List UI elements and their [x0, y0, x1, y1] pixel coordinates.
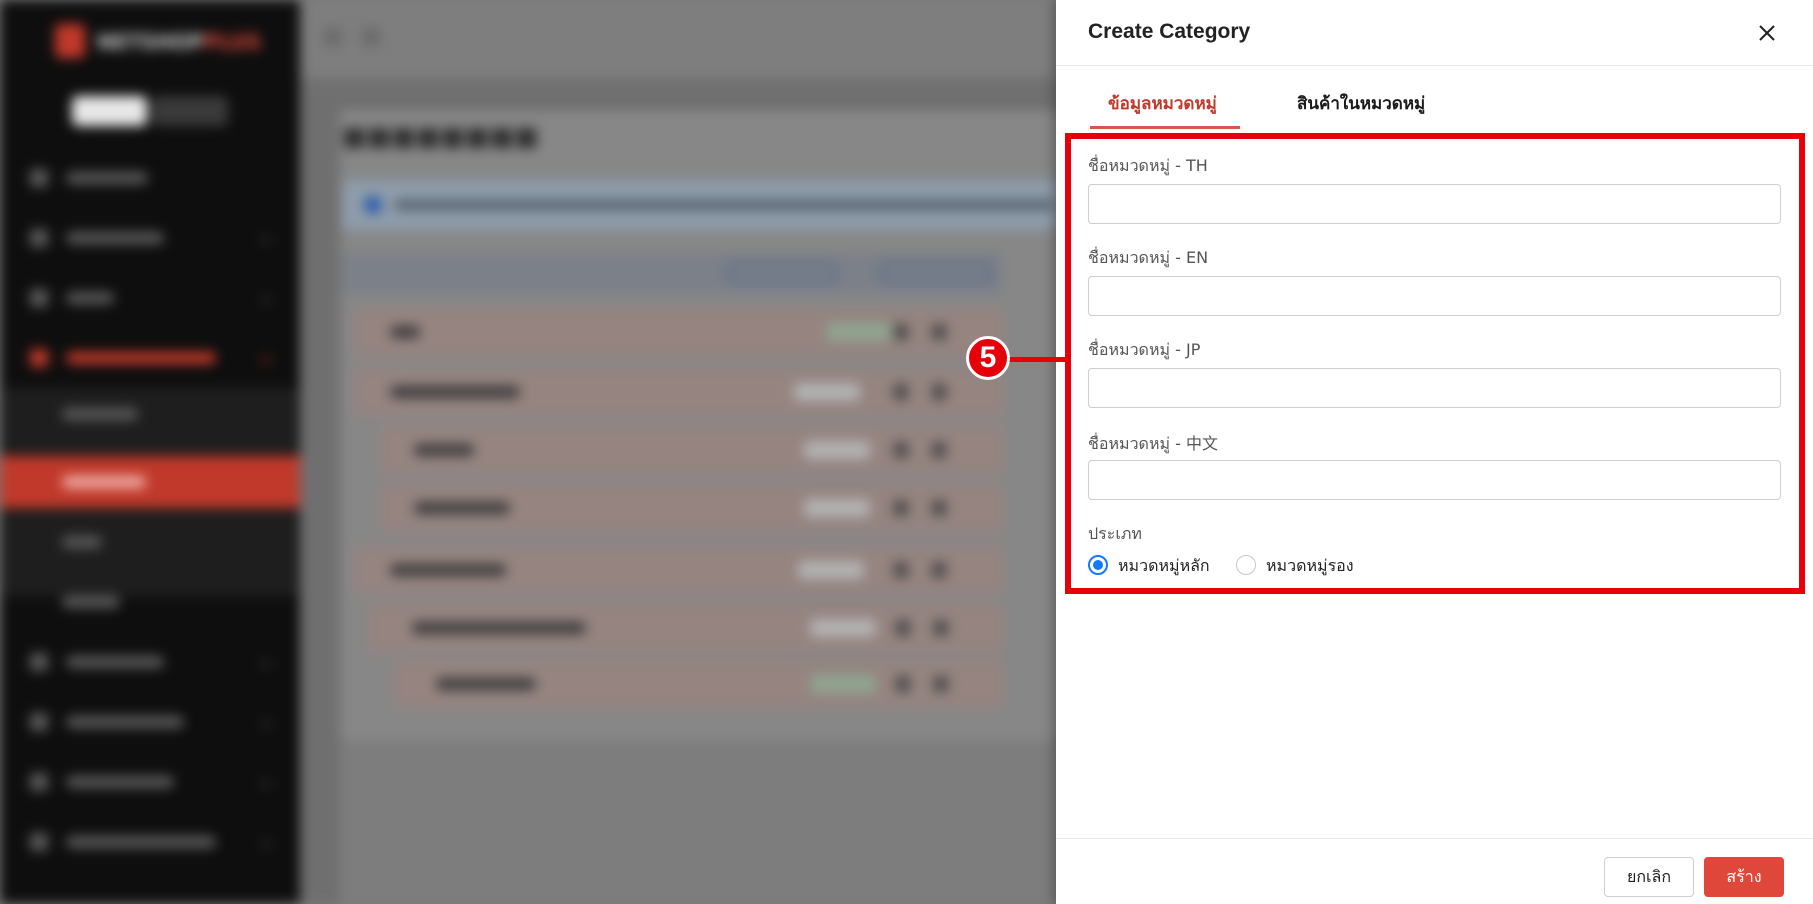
dashboard-icon [30, 229, 48, 247]
product-icon [30, 349, 48, 367]
delete-icon[interactable] [932, 442, 946, 458]
tree-row[interactable] [354, 546, 1004, 594]
ecommerce-icon [30, 713, 48, 731]
tree-row[interactable] [354, 308, 1004, 356]
refresh-icon[interactable] [362, 28, 380, 46]
delete-icon[interactable] [932, 324, 946, 340]
delivery-icon [30, 833, 48, 851]
chevron-down-icon [260, 836, 272, 848]
logo: NETSHOPPLUS [55, 22, 261, 60]
cancel-button[interactable]: ยกเลิก [1604, 857, 1694, 897]
sidebar-item-warehouse[interactable] [0, 636, 300, 688]
expand-all-button[interactable] [728, 264, 836, 282]
collapse-all-button[interactable] [880, 264, 992, 282]
sidebar-subitem-category[interactable] [0, 456, 300, 508]
background-app: NETSHOPPLUS ■■■■■■■■ [0, 0, 1060, 904]
menu-toggle-icon[interactable] [324, 28, 342, 46]
sidebar-item-delivery[interactable] [0, 816, 300, 868]
drawer-header: Create Category [1056, 0, 1813, 66]
page-title: ■■■■■■■■ [342, 122, 539, 152]
chevron-down-icon [260, 232, 272, 244]
sidebar-subitem-products[interactable] [0, 388, 300, 440]
overview-icon [30, 169, 48, 187]
page-bottom [340, 740, 1060, 904]
topbar [300, 0, 1060, 78]
annotation-highlight-box [1065, 133, 1805, 594]
edit-icon[interactable] [894, 500, 908, 516]
info-text [394, 200, 1054, 210]
chevron-up-icon [260, 352, 272, 364]
sidebar-subitem-tags[interactable] [0, 516, 300, 568]
edit-icon[interactable] [896, 676, 910, 692]
close-icon [1759, 25, 1775, 41]
create-button[interactable]: สร้าง [1704, 857, 1784, 897]
sidebar-item-ecommerce[interactable] [0, 696, 300, 748]
tree-row[interactable] [380, 484, 1004, 532]
delete-icon[interactable] [934, 620, 948, 636]
tab-category-info[interactable]: ข้อมูลหมวดหมู่ [1108, 90, 1217, 117]
edit-icon[interactable] [894, 442, 908, 458]
edit-icon[interactable] [894, 384, 908, 400]
delete-icon[interactable] [934, 676, 948, 692]
edit-icon[interactable] [894, 562, 908, 578]
edit-icon[interactable] [894, 324, 908, 340]
chevron-down-icon [260, 656, 272, 668]
annotation-step-badge: 5 [966, 336, 1010, 380]
sidebar-item-product-manager[interactable] [0, 332, 300, 384]
drawer-title: Create Category [1088, 20, 1251, 43]
sidebar: NETSHOPPLUS [0, 0, 300, 904]
topbar-strip [300, 78, 1060, 96]
tree-row[interactable] [380, 426, 1004, 474]
tree-row[interactable] [354, 368, 1004, 416]
chevron-down-icon [260, 776, 272, 788]
chevron-down-icon [260, 716, 272, 728]
delete-icon[interactable] [932, 562, 946, 578]
branch-switch-a[interactable] [72, 96, 147, 126]
branch-switch-b[interactable] [152, 96, 228, 126]
chevron-down-icon [260, 292, 272, 304]
annotation-callout-line [1006, 357, 1068, 362]
marketing-icon [30, 773, 48, 791]
active-tab-indicator [1090, 126, 1240, 129]
tree-row[interactable] [394, 660, 1004, 708]
tab-category-products[interactable]: สินค้าในหมวดหมู่ [1297, 90, 1425, 117]
warehouse-icon [30, 653, 48, 671]
logo-text: NETSHOPPLUS [97, 30, 262, 54]
logo-mark-icon [55, 24, 85, 58]
delete-icon[interactable] [932, 384, 946, 400]
sidebar-item-marketing[interactable] [0, 756, 300, 808]
tree-row[interactable] [368, 604, 1004, 652]
delete-icon[interactable] [932, 500, 946, 516]
info-icon [364, 196, 382, 214]
sidebar-subitem-brands[interactable] [0, 576, 300, 628]
drawer-footer: ยกเลิก สร้าง [1056, 838, 1813, 904]
sidebar-submenu [0, 388, 300, 596]
edit-icon[interactable] [896, 620, 910, 636]
users-icon [30, 289, 48, 307]
sidebar-item-users[interactable] [0, 272, 300, 324]
close-button[interactable] [1756, 22, 1778, 44]
sidebar-item-overview[interactable] [0, 152, 300, 204]
sidebar-item-dashboard[interactable] [0, 212, 300, 264]
